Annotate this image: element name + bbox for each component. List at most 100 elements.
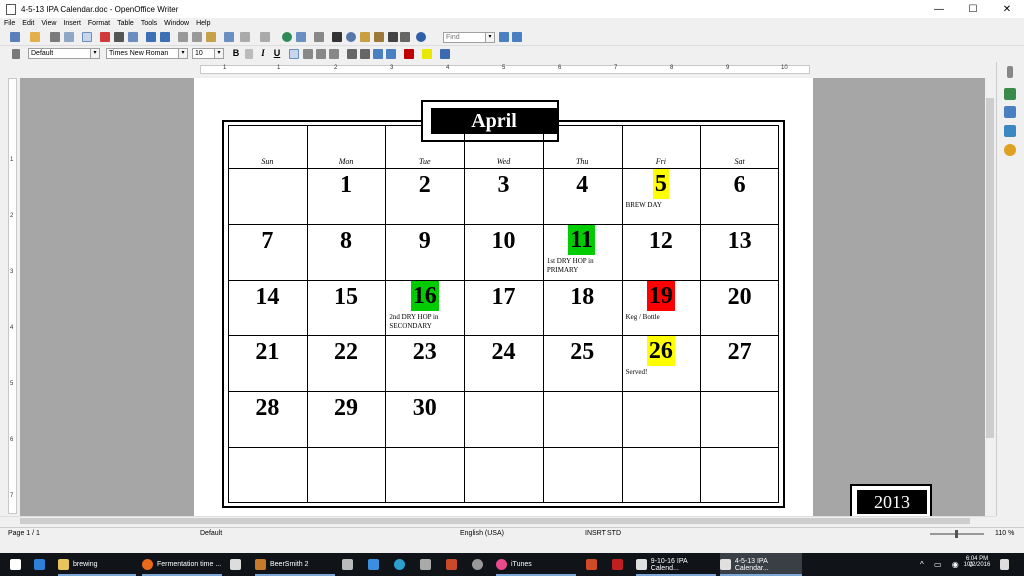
shadow-icon[interactable]: [245, 49, 253, 59]
calendar-cell[interactable]: 27: [700, 335, 779, 391]
calendar-cell[interactable]: 11 1st DRY HOP in PRIMARY: [543, 224, 622, 280]
copy-icon[interactable]: [192, 32, 202, 42]
calendar-cell[interactable]: 21: [228, 335, 307, 391]
vertical-ruler[interactable]: 1 2 3 4 5 6 7: [8, 78, 17, 514]
calendar-cell[interactable]: [622, 391, 701, 447]
app-button-4[interactable]: [472, 553, 488, 576]
app-button-1[interactable]: [394, 553, 410, 576]
font-color-icon[interactable]: [404, 49, 414, 59]
close-button[interactable]: ✕: [990, 0, 1024, 18]
spellcheck-icon[interactable]: [146, 32, 156, 42]
gallery-icon[interactable]: [360, 32, 370, 42]
size-dropdown-icon[interactable]: ▾: [214, 49, 223, 58]
show-draw-functions-icon[interactable]: [314, 32, 324, 42]
language[interactable]: English (USA): [460, 530, 504, 537]
sidebar-menu-icon[interactable]: [1007, 66, 1013, 78]
calendar-cell[interactable]: 12: [622, 224, 701, 280]
menu-edit[interactable]: Edit: [22, 20, 34, 27]
calendar-cell[interactable]: [307, 447, 386, 503]
calendar-cell[interactable]: 10: [464, 224, 543, 280]
horizontal-scroll-thumb[interactable]: [20, 518, 970, 524]
styles-icon[interactable]: [1004, 106, 1016, 118]
calendar-cell[interactable]: 24: [464, 335, 543, 391]
find-input[interactable]: Find ▾: [443, 32, 495, 43]
export-pdf-icon[interactable]: [100, 32, 110, 42]
calendar-cell[interactable]: 25: [543, 335, 622, 391]
calendar-cell[interactable]: 3: [464, 168, 543, 224]
calendar-cell[interactable]: [385, 447, 464, 503]
menu-format[interactable]: Format: [88, 20, 110, 27]
calendar-cell[interactable]: 2: [385, 168, 464, 224]
increase-indent-icon[interactable]: [386, 49, 396, 59]
calendar-cell[interactable]: 6: [700, 168, 779, 224]
align-center-icon[interactable]: [303, 49, 313, 59]
minimize-button[interactable]: —: [922, 0, 956, 18]
calendar-cell[interactable]: 13: [700, 224, 779, 280]
document-page[interactable]: April 2013 Sun Mon Tue Wed Thu Fri Sat 1 2 3 4 5 BRE…: [194, 78, 932, 516]
calendar-cell[interactable]: 17: [464, 280, 543, 336]
vertical-scroll-thumb[interactable]: [986, 98, 994, 438]
format-paintbrush-icon[interactable]: [224, 32, 234, 42]
app-button-3[interactable]: [446, 553, 462, 576]
calendar-cell[interactable]: 5 BREW DAY: [622, 168, 701, 224]
zoom-slider-handle[interactable]: [955, 530, 958, 538]
calendar-cell[interactable]: [543, 447, 622, 503]
highlighting-icon[interactable]: [422, 49, 432, 59]
clock[interactable]: 6:04 PM 10/2/2016: [962, 556, 992, 568]
calculator-button[interactable]: [342, 553, 358, 576]
font-dropdown-icon[interactable]: ▾: [178, 49, 187, 58]
horizontal-ruler[interactable]: 1 1 2 3 4 5 6 7 8 9 10: [200, 65, 810, 74]
data-sources-icon[interactable]: [374, 32, 384, 42]
bullets-icon[interactable]: [360, 49, 370, 59]
font-size-select[interactable]: 10 ▾: [192, 48, 224, 59]
menu-help[interactable]: Help: [196, 20, 210, 27]
notifications-button[interactable]: [1000, 553, 1016, 576]
maximize-button[interactable]: ☐: [956, 0, 990, 18]
taskbar-item-firefox[interactable]: Fermentation time ...: [142, 553, 222, 576]
start-button[interactable]: [10, 553, 30, 576]
calendar-cell[interactable]: 22: [307, 335, 386, 391]
selection-mode[interactable]: STD: [607, 530, 621, 537]
italic-button[interactable]: I: [258, 48, 268, 58]
app-button-5[interactable]: [586, 553, 602, 576]
calendar-cell[interactable]: 29: [307, 391, 386, 447]
navigator-icon[interactable]: [346, 32, 356, 42]
formatting-marks-icon[interactable]: [388, 32, 398, 42]
paste-icon[interactable]: [206, 32, 216, 42]
taskbar-item-brewing[interactable]: brewing: [58, 553, 136, 576]
redo-icon[interactable]: [260, 32, 270, 42]
align-left-icon[interactable]: [289, 49, 299, 59]
background-color-icon[interactable]: [440, 49, 450, 59]
calendar-cell[interactable]: [700, 447, 779, 503]
align-right-icon[interactable]: [316, 49, 326, 59]
dropbox-button[interactable]: [368, 553, 384, 576]
styles-formatting-icon[interactable]: [12, 49, 20, 59]
calendar-cell[interactable]: 14: [228, 280, 307, 336]
menu-window[interactable]: Window: [164, 20, 189, 27]
cut-icon[interactable]: [178, 32, 188, 42]
app-button-6[interactable]: [612, 553, 628, 576]
menu-table[interactable]: Table: [117, 20, 134, 27]
calendar-cell[interactable]: 7: [228, 224, 307, 280]
font-name-select[interactable]: Times New Roman ▾: [106, 48, 188, 59]
table-icon[interactable]: [296, 32, 306, 42]
style-dropdown-icon[interactable]: ▾: [90, 49, 99, 58]
calendar-cell[interactable]: [228, 168, 307, 224]
undo-icon[interactable]: [240, 32, 250, 42]
zoom-level[interactable]: 110 %: [995, 530, 1014, 537]
calendar-cell[interactable]: [622, 447, 701, 503]
calendar-cell[interactable]: 19 Keg / Bottle: [622, 280, 701, 336]
calendar-cell[interactable]: 30: [385, 391, 464, 447]
find-next-icon[interactable]: [499, 32, 509, 42]
find-dropdown-icon[interactable]: ▾: [485, 33, 494, 42]
taskbar-item-writer-1[interactable]: 9-10-16 IPA Calend...: [636, 553, 716, 576]
paragraph-style-select[interactable]: Default ▾: [28, 48, 100, 59]
autospellcheck-icon[interactable]: [160, 32, 170, 42]
calendar-cell[interactable]: 9: [385, 224, 464, 280]
hyperlink-icon[interactable]: [282, 32, 292, 42]
properties-icon[interactable]: [1004, 88, 1016, 100]
calendar-cell[interactable]: 15: [307, 280, 386, 336]
new-document-icon[interactable]: [10, 32, 20, 42]
bold-button[interactable]: B: [231, 48, 241, 58]
open-folder-icon[interactable]: [30, 32, 40, 42]
